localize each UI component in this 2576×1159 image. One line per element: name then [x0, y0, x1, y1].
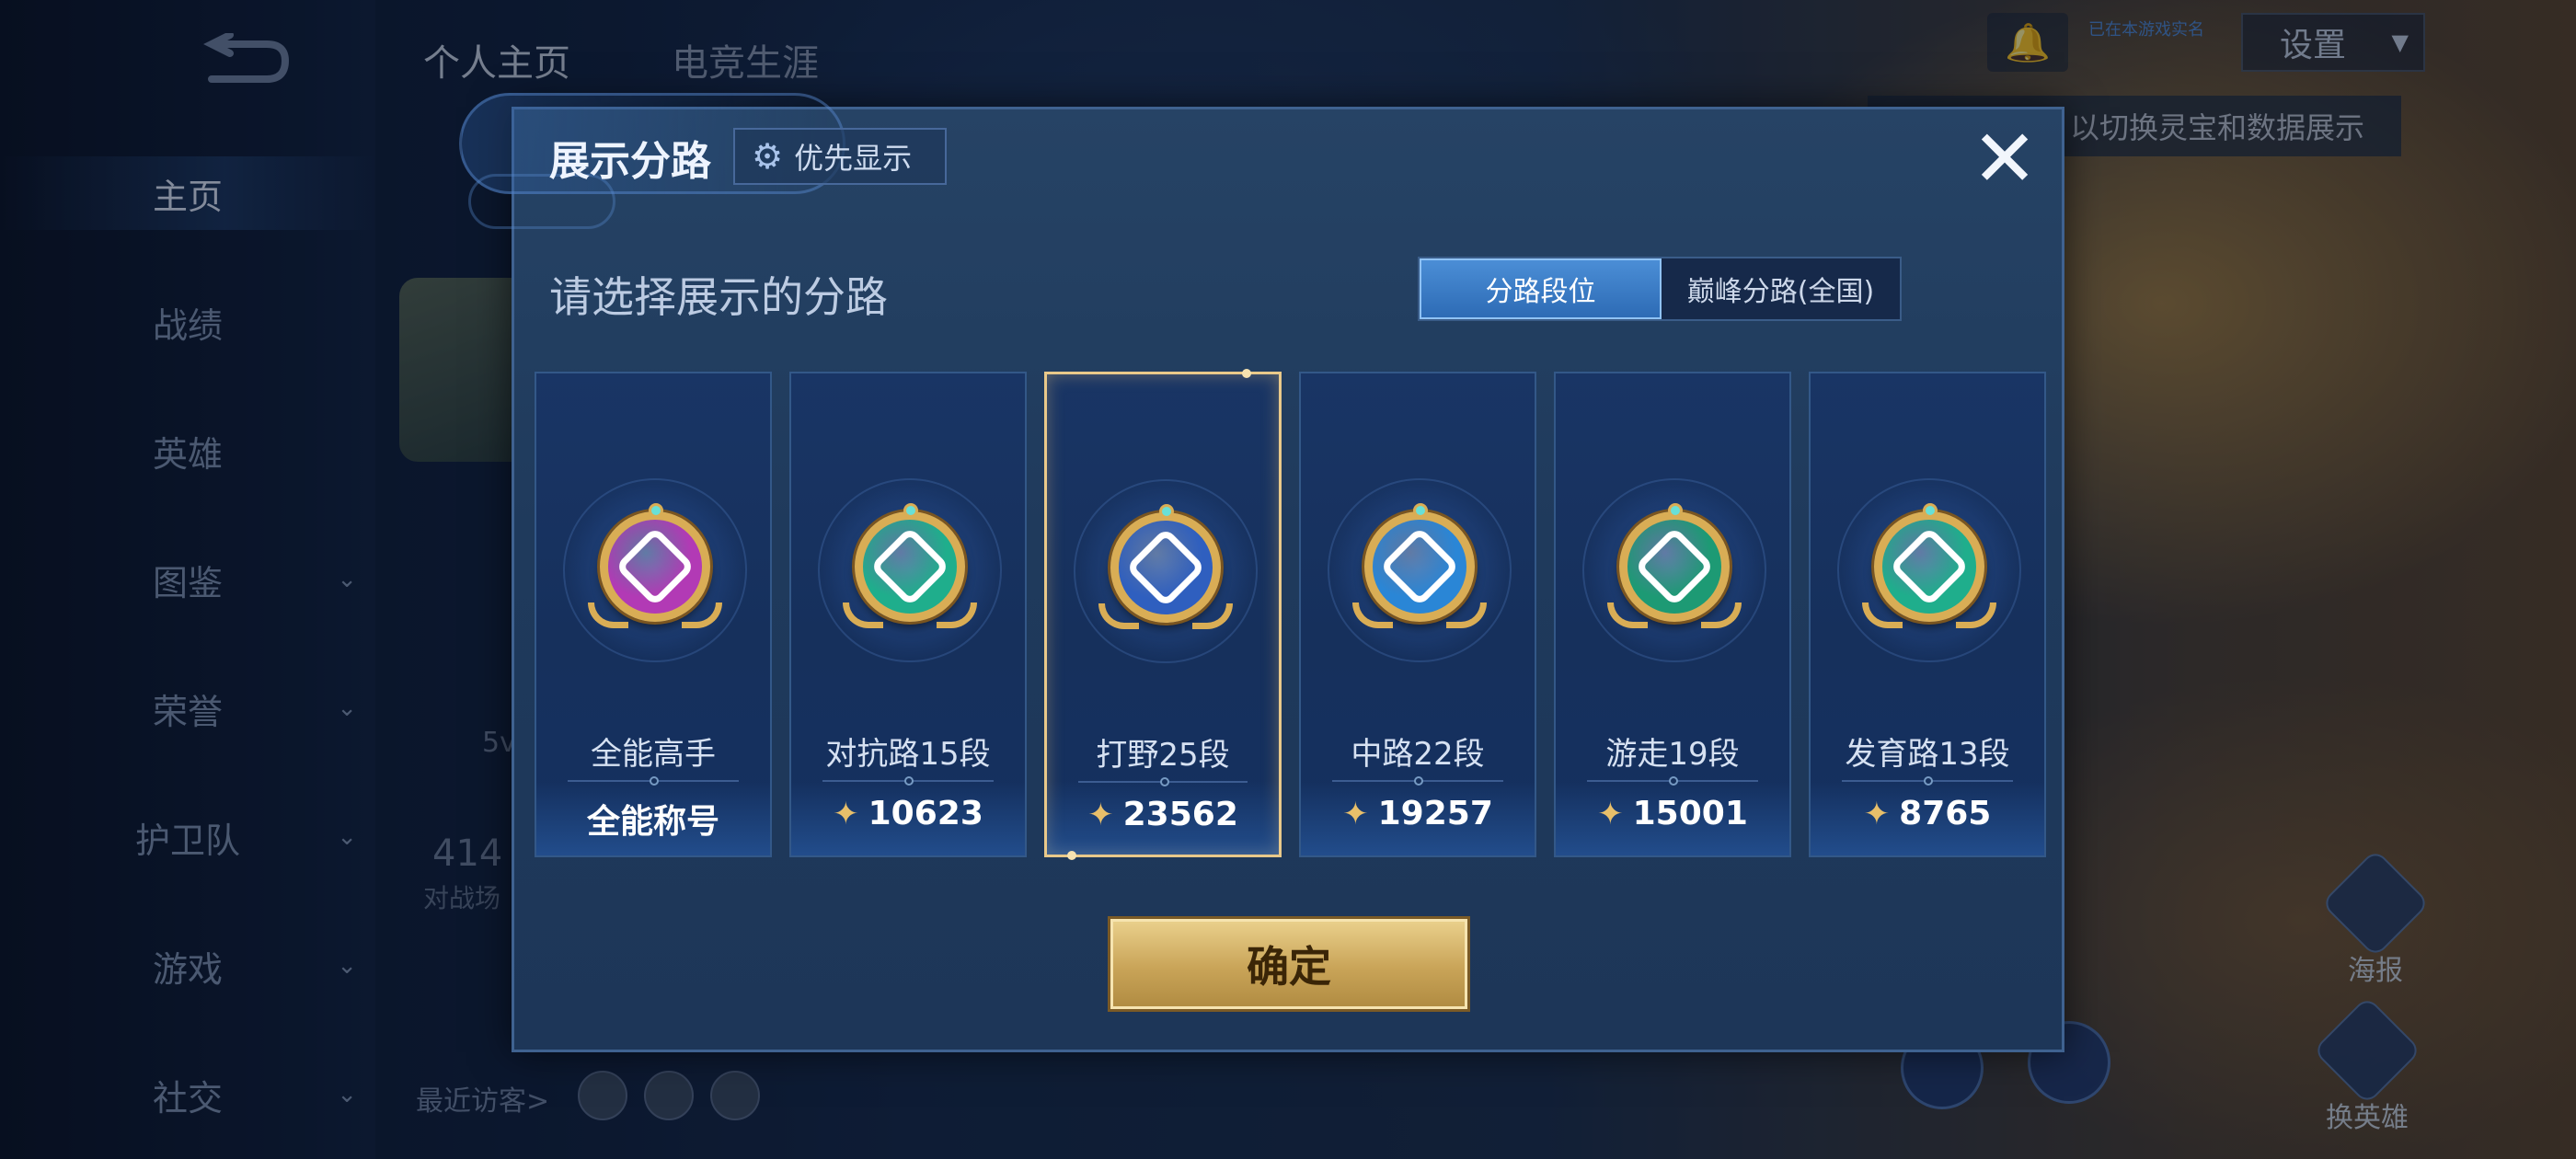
lane-glyph-icon [615, 526, 696, 607]
lane-name: 游走19段 [1605, 736, 1740, 773]
toggle-peak-lane[interactable]: 巅峰分路(全国) [1662, 258, 1900, 319]
gem-icon [903, 503, 918, 518]
lane-card[interactable]: 发育路13段 ✦ 8765 [1809, 372, 2046, 857]
lane-mode-toggle: 分路段位 巅峰分路(全国) [1418, 257, 1902, 321]
dialog-title: 展示分路 [549, 138, 711, 185]
divider-dot [904, 776, 914, 786]
lane-glyph-icon [1125, 527, 1206, 608]
lane-score-value: 15001 [1632, 795, 1748, 832]
lane-score: ✦ 19257 [1301, 795, 1535, 832]
clash-lane-emblem-icon [843, 503, 977, 628]
lane-score: 全能称号 [536, 795, 770, 843]
lane-glyph-icon [869, 526, 950, 607]
all-round-emblem-icon [588, 503, 722, 628]
lane-score: ✦ 8765 [1811, 795, 2044, 832]
mid-lane-emblem-icon [1352, 503, 1487, 628]
roam-emblem-icon [1607, 503, 1742, 628]
lane-display-dialog: 展示分路 ⚙ 优先显示 ✕ 请选择展示的分路 分路段位 巅峰分路(全国) 全能高… [459, 93, 2064, 1052]
lane-score-value: 全能称号 [586, 803, 719, 841]
lane-card[interactable]: 全能高手 全能称号 [535, 372, 772, 857]
score-icon: ✦ [1342, 795, 1369, 832]
score-icon: ✦ [1087, 796, 1114, 833]
gem-icon [1413, 503, 1428, 518]
confirm-button[interactable]: 确定 [1110, 919, 1467, 1009]
lane-glyph-icon [1889, 526, 1970, 607]
divider-dot [1924, 776, 1933, 786]
lane-score: ✦ 15001 [1556, 795, 1789, 832]
gem-icon [1668, 503, 1683, 518]
divider-dot [1414, 776, 1423, 786]
lane-score: ✦ 23562 [1047, 796, 1279, 833]
divider-dot [650, 776, 659, 786]
farm-lane-emblem-icon [1862, 503, 1996, 628]
jungle-dragon-emblem-icon [1098, 504, 1233, 629]
lane-name: 发育路13段 [1845, 736, 2010, 773]
divider-dot [1160, 777, 1169, 786]
score-icon: ✦ [1597, 795, 1624, 832]
priority-display-button[interactable]: ⚙ 优先显示 [733, 128, 947, 185]
divider-dot [1669, 776, 1678, 786]
dialog-subtitle: 请选择展示的分路 [549, 272, 888, 322]
gem-icon [649, 503, 663, 518]
lane-score-value: 8765 [1899, 795, 1992, 832]
lane-card[interactable]: 游走19段 ✦ 15001 [1554, 372, 1791, 857]
lane-name: 对抗路15段 [825, 736, 991, 773]
priority-display-label: 优先显示 [794, 141, 913, 176]
lane-card[interactable]: 打野25段 ✦ 23562 [1044, 369, 1282, 860]
lane-card[interactable]: 中路22段 ✦ 19257 [1299, 372, 1536, 857]
selection-corner-dot [1067, 851, 1076, 860]
gem-icon [1923, 503, 1938, 518]
lane-glyph-icon [1379, 526, 1460, 607]
close-icon[interactable]: ✕ [1968, 120, 2041, 199]
lane-score: ✦ 10623 [791, 795, 1025, 832]
gem-icon [1159, 504, 1174, 519]
selection-corner-dot [1242, 369, 1251, 378]
lane-name: 打野25段 [1096, 737, 1230, 774]
lane-score-value: 19257 [1377, 795, 1493, 832]
score-icon: ✦ [1863, 795, 1891, 832]
lane-score-value: 23562 [1122, 796, 1238, 833]
toggle-lane-rank[interactable]: 分路段位 [1420, 258, 1662, 319]
lane-name: 全能高手 [591, 736, 716, 773]
lane-glyph-icon [1634, 526, 1715, 607]
lane-score-value: 10623 [868, 795, 983, 832]
lane-card[interactable]: 对抗路15段 ✦ 10623 [789, 372, 1027, 857]
confirm-label: 确定 [1247, 942, 1331, 992]
score-icon: ✦ [833, 795, 859, 832]
lane-cards: 全能高手 全能称号 对抗路15段 ✦ 10623 打野25段 ✦ 23562 中路22段 ✦ 192… [535, 369, 2047, 860]
gear-icon: ⚙ [752, 136, 784, 177]
lane-name: 中路22段 [1351, 736, 1485, 773]
